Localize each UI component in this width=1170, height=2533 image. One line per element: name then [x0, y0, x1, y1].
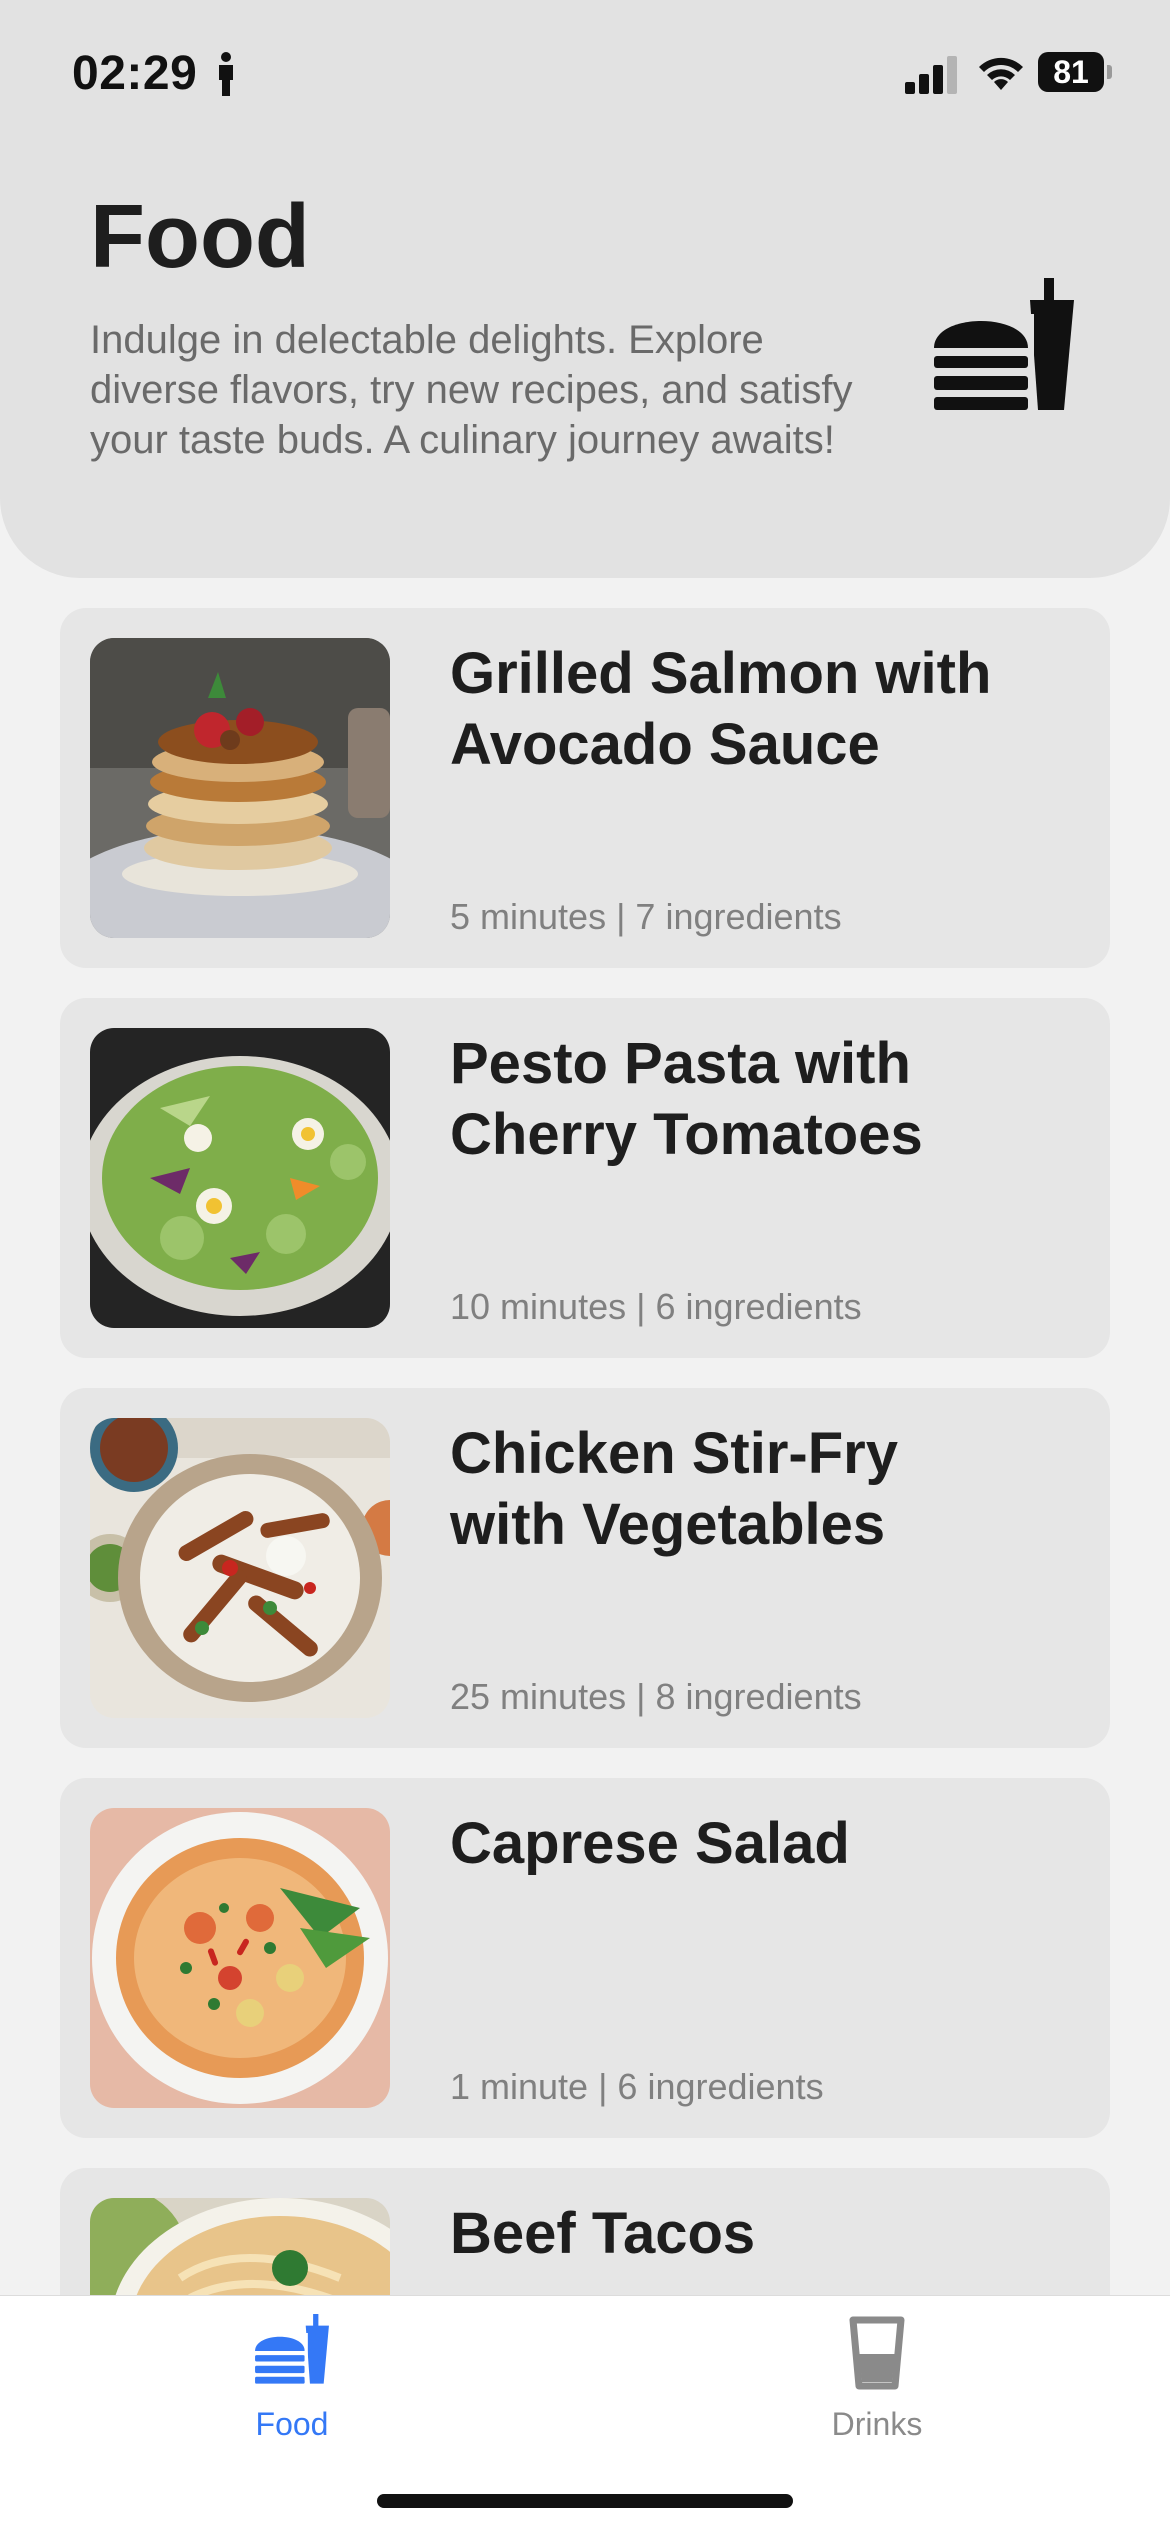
tab-food[interactable]: Food — [142, 2314, 442, 2454]
recipe-card[interactable]: Pesto Pasta with Cherry Tomatoes 10 minu… — [60, 998, 1110, 1358]
recipe-meta: 5 minutes | 7 ingredients — [450, 896, 842, 937]
fastfood-icon — [255, 2314, 329, 2384]
recipe-meta: 10 minutes | 6 ingredients — [450, 1286, 862, 1327]
fastfood-icon — [934, 278, 1074, 410]
header: 02:29 81 Food Indulge in delectable deli… — [0, 0, 1170, 578]
recipe-title: Chicken Stir-Fry with Vegetables — [450, 1421, 898, 1557]
recipe-card[interactable]: Grilled Salmon with Avocado Sauce 5 minu… — [60, 608, 1110, 968]
battery-level: 81 — [1053, 54, 1089, 90]
recipe-thumbnail — [90, 1808, 390, 2108]
home-indicator[interactable] — [377, 2494, 793, 2508]
tab-label: Drinks — [831, 2406, 923, 2442]
person-icon — [219, 52, 233, 96]
recipe-thumbnail — [90, 638, 390, 938]
page-title: Food — [90, 187, 310, 287]
wifi-icon — [979, 57, 1023, 90]
tab-drinks[interactable]: Drinks — [727, 2314, 1027, 2454]
recipe-meta: 25 minutes | 8 ingredients — [450, 1676, 862, 1717]
recipe-thumbnail — [90, 1418, 390, 1718]
recipe-title: Caprese Salad — [450, 1811, 850, 1876]
tab-label: Food — [255, 2406, 329, 2442]
battery-icon: 81 — [1038, 52, 1112, 92]
tab-bar: Food Drinks — [0, 2295, 1170, 2533]
recipe-card[interactable]: Chicken Stir-Fry with Vegetables 25 minu… — [60, 1388, 1110, 1748]
recipe-title: Beef Tacos — [450, 2201, 756, 2266]
recipe-title: Pesto Pasta with Cherry Tomatoes — [450, 1031, 923, 1167]
page-description: Indulge in delectable delights. Explore … — [90, 318, 853, 462]
recipe-card[interactable]: Caprese Salad 1 minute | 6 ingredients — [60, 1778, 1110, 2138]
status-bar: 02:29 81 — [0, 0, 1170, 150]
cup-icon — [849, 2316, 905, 2390]
cellular-signal-icon — [905, 56, 957, 94]
recipe-title: Grilled Salmon with Avocado Sauce — [450, 641, 992, 777]
recipe-meta: 1 minute | 6 ingredients — [450, 2066, 824, 2107]
recipe-thumbnail — [90, 1028, 390, 1328]
status-time: 02:29 — [72, 47, 198, 100]
